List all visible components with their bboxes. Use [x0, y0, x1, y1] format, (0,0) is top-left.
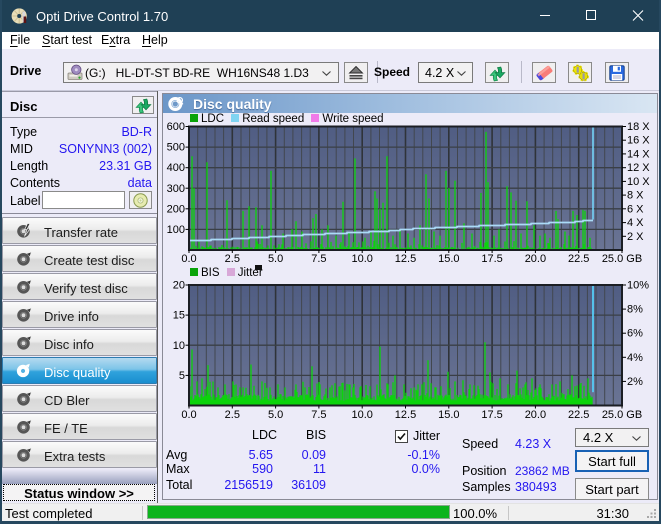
svg-text:22.5: 22.5	[568, 409, 589, 421]
svg-text:15.0: 15.0	[438, 409, 459, 421]
svg-text:400: 400	[167, 162, 185, 174]
svg-text:25.0 GB: 25.0 GB	[602, 253, 642, 265]
svg-text:16 X: 16 X	[627, 135, 650, 147]
svg-text:20.0: 20.0	[525, 253, 546, 265]
svg-text:17.5: 17.5	[481, 409, 502, 421]
svg-text:8 X: 8 X	[627, 190, 644, 202]
svg-text:5: 5	[179, 370, 185, 382]
svg-text:22.5: 22.5	[568, 253, 589, 265]
svg-text:12 X: 12 X	[627, 162, 650, 174]
svg-text:4%: 4%	[627, 352, 643, 364]
svg-text:10%: 10%	[627, 280, 649, 292]
svg-text:14 X: 14 X	[627, 148, 650, 160]
svg-text:7.5: 7.5	[311, 409, 326, 421]
svg-text:300: 300	[167, 183, 185, 195]
svg-text:7.5: 7.5	[311, 253, 326, 265]
svg-text:100: 100	[167, 224, 185, 236]
svg-text:4 X: 4 X	[627, 217, 644, 229]
svg-text:8%: 8%	[627, 304, 643, 316]
svg-text:12.5: 12.5	[395, 253, 416, 265]
svg-text:12.5: 12.5	[395, 409, 416, 421]
svg-text:2.5: 2.5	[225, 409, 240, 421]
svg-text:10 X: 10 X	[627, 176, 650, 188]
svg-text:0.0: 0.0	[181, 409, 196, 421]
svg-text:10.0: 10.0	[351, 409, 372, 421]
svg-text:5.0: 5.0	[268, 409, 283, 421]
svg-text:6%: 6%	[627, 328, 643, 340]
svg-text:2.5: 2.5	[225, 253, 240, 265]
svg-text:25.0 GB: 25.0 GB	[602, 409, 642, 421]
svg-text:200: 200	[167, 203, 185, 215]
svg-text:500: 500	[167, 142, 185, 154]
svg-text:5.0: 5.0	[268, 253, 283, 265]
svg-text:15: 15	[173, 310, 185, 322]
svg-text:6 X: 6 X	[627, 203, 644, 215]
svg-text:20: 20	[173, 280, 185, 292]
svg-text:600: 600	[167, 121, 185, 133]
svg-text:17.5: 17.5	[481, 253, 502, 265]
svg-text:0.0: 0.0	[181, 253, 196, 265]
svg-text:2%: 2%	[627, 376, 643, 388]
svg-text:2 X: 2 X	[627, 231, 644, 243]
svg-text:20.0: 20.0	[525, 409, 546, 421]
svg-text:10: 10	[173, 340, 185, 352]
svg-text:10.0: 10.0	[351, 253, 372, 265]
svg-text:18 X: 18 X	[627, 121, 650, 133]
svg-text:15.0: 15.0	[438, 253, 459, 265]
